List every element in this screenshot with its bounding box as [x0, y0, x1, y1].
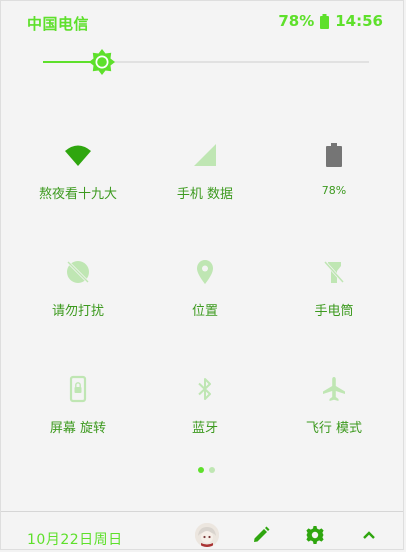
tile-airplane-mode[interactable]: 飞行 模式	[267, 355, 401, 436]
tile-label-location: 位置	[191, 304, 218, 319]
tile-flashlight[interactable]: 手电筒	[267, 238, 401, 319]
tile-screen-rotation[interactable]: 屏幕 旋转	[11, 355, 145, 436]
tile-bluetooth[interactable]: 蓝牙	[138, 355, 272, 436]
tile-do-not-disturb[interactable]: 请勿打扰	[11, 238, 145, 319]
wifi-icon	[64, 141, 92, 169]
tile-label-do-not-disturb: 请勿打扰	[51, 304, 104, 319]
edit-pencil-icon[interactable]	[249, 523, 273, 547]
user-avatar[interactable]	[195, 523, 219, 547]
tile-label-bluetooth: 蓝牙	[191, 421, 218, 436]
brightness-sun-icon[interactable]	[87, 47, 117, 77]
tile-label-battery: 78%	[321, 184, 347, 197]
quick-settings-panel: 中国电信 78% 14:56 熬夜看十九大 手机 数据 78% 请勿打扰 位置 …	[0, 0, 404, 550]
battery-icon	[320, 141, 348, 169]
collapse-chevron-up-icon[interactable]	[357, 523, 381, 547]
page-dot[interactable]	[209, 467, 215, 473]
date-label: 10月22日周日	[27, 532, 123, 548]
page-indicator	[198, 467, 215, 473]
tile-mobile-data[interactable]: 手机 数据	[138, 121, 272, 202]
bottom-divider	[1, 511, 403, 512]
tile-wifi[interactable]: 熬夜看十九大	[11, 121, 145, 202]
tile-label-mobile-data: 手机 数据	[176, 187, 234, 202]
clock: 14:56	[335, 12, 383, 30]
brightness-slider[interactable]	[43, 49, 369, 75]
airplane-icon	[320, 375, 348, 403]
settings-gear-icon[interactable]	[303, 523, 327, 547]
tile-label-airplane-mode: 飞行 模式	[305, 421, 363, 436]
location-pin-icon	[191, 258, 219, 286]
tile-location[interactable]: 位置	[138, 238, 272, 319]
do-not-disturb-icon	[64, 258, 92, 286]
carrier-name: 中国电信	[27, 15, 90, 33]
screen-rotation-lock-icon	[64, 375, 92, 403]
flashlight-off-icon	[320, 258, 348, 286]
status-right: 78% 14:56	[278, 12, 383, 30]
status-bar: 中国电信 78% 14:56	[1, 1, 403, 41]
battery-status-icon	[320, 13, 330, 29]
tile-battery[interactable]: 78%	[267, 121, 401, 201]
tile-label-wifi: 熬夜看十九大	[38, 187, 117, 202]
page-dot-active[interactable]	[198, 467, 204, 473]
cellular-signal-icon	[191, 141, 219, 169]
tile-label-screen-rotation: 屏幕 旋转	[49, 421, 107, 436]
tile-label-flashlight: 手电筒	[314, 304, 354, 319]
bottom-actions	[195, 523, 381, 547]
bluetooth-icon	[191, 375, 219, 403]
battery-percent: 78%	[278, 12, 315, 30]
